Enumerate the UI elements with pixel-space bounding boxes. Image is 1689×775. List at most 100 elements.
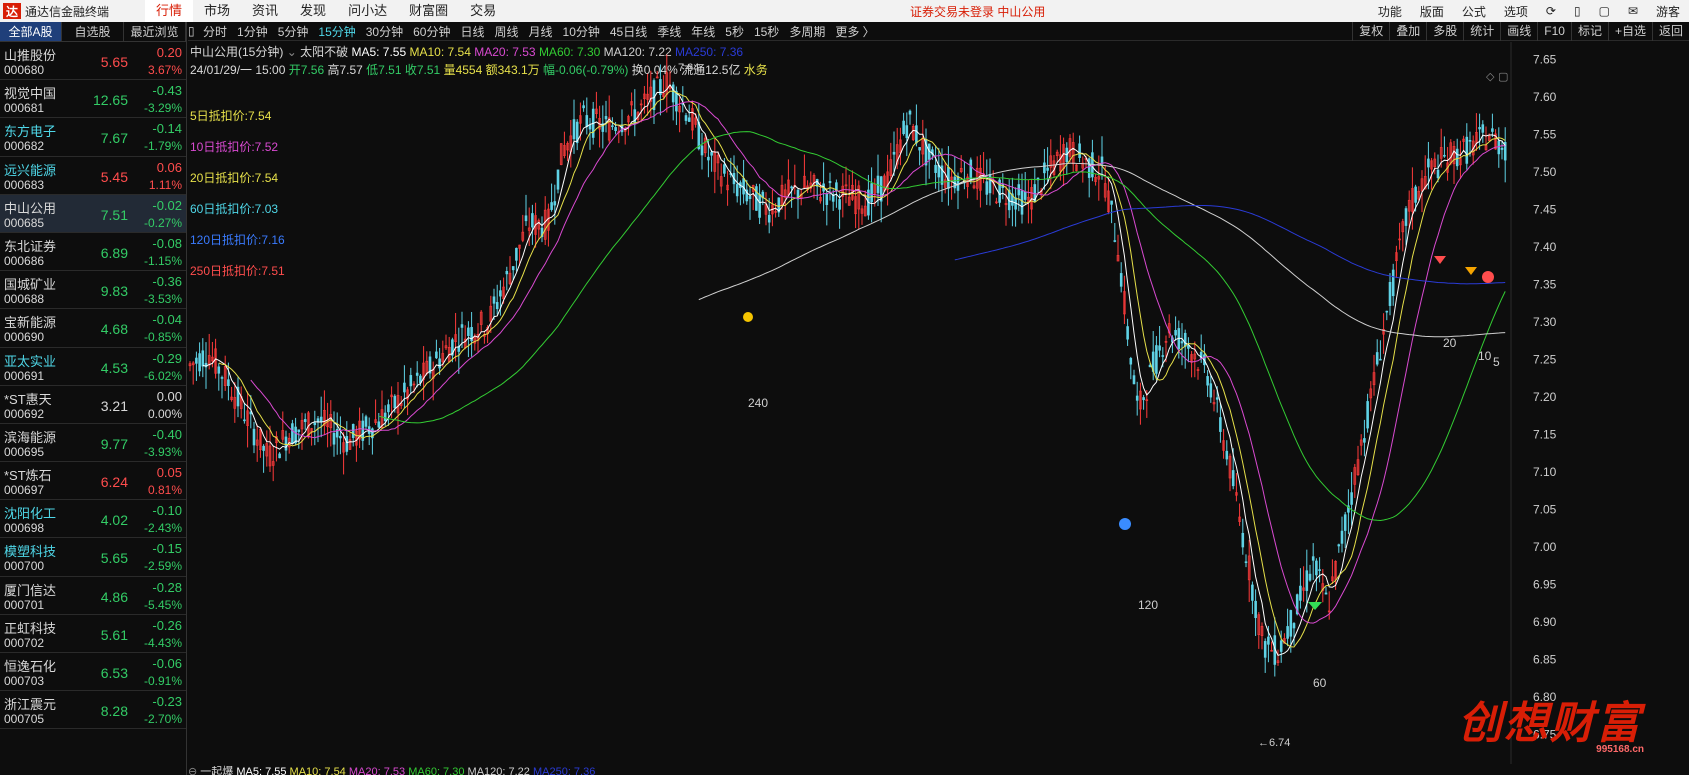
- period-8[interactable]: 月线: [524, 23, 558, 40]
- tool-1[interactable]: 叠加: [1389, 22, 1426, 41]
- menu-item-2[interactable]: 资讯: [241, 0, 289, 22]
- period-14[interactable]: 15秒: [749, 23, 784, 40]
- stock-row[interactable]: 国城矿业 000688 9.83 -0.36 -3.53%: [0, 271, 186, 310]
- y-tick-label: 7.50: [1533, 165, 1557, 179]
- candle-body: [1404, 208, 1408, 226]
- tool-5[interactable]: F10: [1537, 22, 1571, 41]
- period-1[interactable]: 1分钟: [232, 23, 273, 40]
- menu-right-item-2[interactable]: 公式: [1453, 3, 1495, 20]
- stock-row[interactable]: 山推股份 000680 5.65 0.20 3.67%: [0, 42, 186, 81]
- guest-label[interactable]: 游客: [1647, 3, 1689, 20]
- mail-icon[interactable]: ✉: [1619, 4, 1647, 18]
- stock-name: 滨海能源: [4, 429, 57, 445]
- candle-body: [1161, 355, 1165, 357]
- candle-body: [1337, 544, 1341, 547]
- collapse-icon[interactable]: ⊖: [188, 766, 197, 775]
- stock-row[interactable]: 恒逸石化 000703 6.53 -0.06 -0.91%: [0, 653, 186, 692]
- y-tick-label: 6.90: [1533, 615, 1557, 629]
- period-9[interactable]: 10分钟: [558, 23, 605, 40]
- stock-row[interactable]: 浙江震元 000705 8.28 -0.23 -2.70%: [0, 691, 186, 730]
- menu-item-4[interactable]: 问小达: [337, 0, 398, 22]
- candle-body: [1180, 341, 1184, 344]
- candle-body: [1481, 124, 1485, 133]
- stock-row[interactable]: 视觉中国 000681 12.65 -0.43 -3.29%: [0, 80, 186, 119]
- stock-row[interactable]: 滨海能源 000695 9.77 -0.40 -3.93%: [0, 424, 186, 463]
- stock-row[interactable]: 厦门信达 000701 4.86 -0.28 -5.45%: [0, 577, 186, 615]
- menu-item-0[interactable]: 行情: [145, 0, 194, 22]
- period-5[interactable]: 60分钟: [408, 23, 455, 40]
- stock-row[interactable]: 模塑科技 000700 5.65 -0.15 -2.59%: [0, 538, 186, 577]
- stock-row[interactable]: 沈阳化工 000698 4.02 -0.10 -2.43%: [0, 500, 186, 539]
- watermark-url: 995168.cn: [1596, 744, 1644, 755]
- period-3[interactable]: 15分钟: [313, 23, 360, 40]
- tool-4[interactable]: 画线: [1500, 22, 1537, 41]
- deduct-price-label: 20日抵扣价:7.54: [190, 171, 278, 185]
- stock-name: 中山公用: [4, 200, 57, 216]
- stock-row[interactable]: 东北证券 000686 6.89 -0.08 -1.15%: [0, 233, 186, 272]
- period-0[interactable]: 分时: [198, 23, 232, 40]
- left-tab-0[interactable]: 全部A股: [0, 22, 62, 41]
- stock-row[interactable]: 中山公用 000685 7.51 -0.02 -0.27%: [0, 194, 186, 233]
- deduct-price-label: 250日抵扣价:7.51: [190, 264, 285, 278]
- menu-item-1[interactable]: 市场: [193, 0, 241, 22]
- period-12[interactable]: 年线: [686, 23, 720, 40]
- period-4[interactable]: 30分钟: [361, 23, 408, 40]
- stock-row[interactable]: 远兴能源 000683 5.45 0.06 1.11%: [0, 157, 186, 195]
- period-6[interactable]: 日线: [455, 23, 489, 40]
- period-16[interactable]: 更多 〉: [830, 23, 879, 40]
- stock-row[interactable]: 亚太实业 000691 4.53 -0.29 -6.02%: [0, 348, 186, 386]
- y-tick-label: 6.85: [1533, 653, 1557, 667]
- menu-right-item-3[interactable]: 选项: [1495, 3, 1537, 20]
- menu-item-3[interactable]: 发现: [289, 0, 337, 22]
- stock-change: -0.36: [152, 274, 182, 290]
- left-tab-2[interactable]: 最近浏览: [124, 22, 186, 41]
- period-10[interactable]: 45日线: [605, 23, 652, 40]
- stock-list: 山推股份 000680 5.65 0.20 3.67% 视觉中国 000681 12.65 -0…: [0, 42, 186, 730]
- tool-3[interactable]: 统计: [1463, 22, 1500, 41]
- candle-body: [1206, 376, 1209, 386]
- lock-icon[interactable]: ▢: [1590, 4, 1619, 18]
- period-11[interactable]: 季线: [652, 23, 686, 40]
- stock-list-tabs: 全部A股 自选股 最近浏览: [0, 22, 186, 42]
- refresh-icon[interactable]: ⟳: [1537, 4, 1565, 18]
- panel-toggle-icon[interactable]: ▯: [188, 24, 198, 38]
- kline-chart[interactable]: 7.65 7.60 7.55 7.50 7.45 7.40 7.35 7.30 7.25 7.20…: [188, 42, 1689, 764]
- orange-gem-marker-icon: [1465, 267, 1477, 275]
- stock-row[interactable]: *ST炼石 000697 6.24 0.05 0.81%: [0, 462, 186, 501]
- stock-change-pct: -3.93%: [143, 444, 182, 459]
- candle-body: [1043, 162, 1046, 174]
- blue-ball-marker-icon: [1119, 518, 1131, 530]
- period-2[interactable]: 5分钟: [273, 23, 314, 40]
- period-7[interactable]: 周线: [489, 23, 523, 40]
- left-tab-1[interactable]: 自选股: [62, 22, 124, 41]
- candle-body: [902, 120, 905, 135]
- stock-change-pct: -4.43%: [143, 635, 182, 650]
- stock-row[interactable]: 东方电子 000682 7.67 -0.14 -1.79%: [0, 118, 186, 157]
- tool-6[interactable]: 标记: [1570, 22, 1608, 41]
- stock-row[interactable]: 正虹科技 000702 5.61 -0.26 -4.43%: [0, 615, 186, 653]
- stock-price: 12.65: [92, 92, 128, 109]
- stock-name: 亚太实业: [4, 353, 57, 369]
- period-15[interactable]: 多周期: [784, 23, 830, 40]
- y-tick-label: 7.20: [1533, 390, 1557, 404]
- red-ball-marker-icon: [1482, 271, 1494, 283]
- tool-7[interactable]: +自选: [1607, 22, 1652, 41]
- menu-right-item-1[interactable]: 版面: [1411, 3, 1453, 20]
- stock-row[interactable]: 宝新能源 000690 4.68 -0.04 -0.85%: [0, 309, 186, 348]
- menu-right-item-0[interactable]: 功能: [1369, 3, 1411, 20]
- red-gem-marker-icon: [1434, 256, 1446, 264]
- tool-8[interactable]: 返回: [1651, 22, 1689, 41]
- candle-body: [572, 119, 576, 140]
- candle-body: [1375, 352, 1379, 365]
- menu-item-6[interactable]: 交易: [459, 0, 507, 22]
- phone-icon[interactable]: ▯: [1565, 4, 1590, 18]
- menu-item-5[interactable]: 财富圈: [398, 0, 459, 22]
- y-tick-label: 7.60: [1533, 90, 1557, 104]
- candle-body: [1267, 636, 1270, 645]
- stock-change-pct: 0.81%: [147, 483, 182, 498]
- candle-body: [1158, 345, 1161, 351]
- tool-2[interactable]: 多股: [1426, 22, 1463, 41]
- tool-0[interactable]: 复权: [1352, 22, 1389, 41]
- stock-row[interactable]: *ST惠天 000692 3.21 0.00 0.00%: [0, 386, 186, 424]
- period-13[interactable]: 5秒: [720, 23, 749, 40]
